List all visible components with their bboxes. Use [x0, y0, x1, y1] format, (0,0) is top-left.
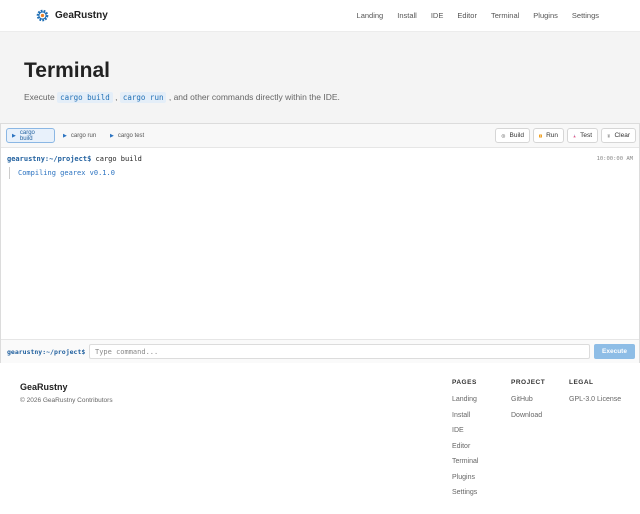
clear-button[interactable]: Clear [601, 128, 636, 143]
footer: GeaRustny © 2026 GeaRustny Contributors … [0, 364, 640, 514]
nav-links: Landing Install IDE Editor Terminal Plug… [343, 11, 599, 20]
footer-copyright: © 2026 GeaRustny Contributors [20, 397, 113, 404]
gear-icon [501, 133, 506, 138]
tab-label: cargo test [117, 132, 145, 139]
nav-link-settings[interactable]: Settings [572, 11, 599, 20]
footer-column-title: LEGAL [569, 379, 594, 386]
terminal-toolbar: ▶ cargo build ▶ cargo run ▶ cargo test B… [1, 124, 639, 148]
footer-column-legal: LEGAL GPL-3.0 License [569, 379, 621, 412]
play-icon [539, 133, 543, 138]
command-input-row: gearustny:~/project$ Execute [1, 339, 639, 363]
tab-cargo-run[interactable]: ▶ cargo run [58, 128, 103, 143]
nav-link-ide[interactable]: IDE [431, 11, 444, 20]
play-icon: ▶ [110, 132, 114, 139]
test-label: Test [580, 132, 592, 139]
command-line: gearustny:~/project$ cargo build [7, 155, 142, 163]
page-title: Terminal [24, 59, 110, 82]
clear-label: Clear [614, 132, 630, 139]
footer-link-settings[interactable]: Settings [452, 489, 478, 505]
run-label: Run [546, 132, 558, 139]
footer-link-plugins[interactable]: Plugins [452, 474, 478, 490]
footer-link-github[interactable]: GitHub [511, 396, 545, 412]
footer-link-install[interactable]: Install [452, 412, 478, 428]
page-subtitle: Execute cargo build , cargo run , and ot… [24, 92, 340, 103]
footer-column-project: PROJECT GitHub Download [511, 379, 545, 427]
run-button[interactable]: Run [533, 128, 564, 143]
flask-icon [573, 134, 576, 137]
brand-name: GeaRustny [55, 10, 108, 21]
play-icon: ▶ [12, 132, 16, 139]
tab-cargo-test[interactable]: ▶ cargo test [105, 128, 153, 143]
subtitle-prefix: Execute [24, 92, 58, 102]
terminal-output[interactable]: gearustny:~/project$ cargo build 10:00:0… [1, 149, 639, 339]
tab-cargo-build[interactable]: ▶ cargo build [6, 128, 55, 143]
brand-logo[interactable]: GeaRustny [35, 7, 108, 24]
output-line: Compiling gearex v0.1.0 [9, 167, 115, 179]
nav-link-terminal[interactable]: Terminal [491, 11, 519, 20]
nav-link-install[interactable]: Install [397, 11, 417, 20]
footer-link-ide[interactable]: IDE [452, 427, 478, 443]
code-chip-cargo-build: cargo build [57, 92, 113, 103]
top-nav: GeaRustny Landing Install IDE Editor Ter… [0, 0, 640, 32]
footer-column-title: PROJECT [511, 379, 546, 386]
footer-column-pages: PAGES Landing Install IDE Editor Termina… [452, 379, 478, 505]
hero-section: Terminal Execute cargo build , cargo run… [0, 32, 640, 123]
build-button[interactable]: Build [495, 128, 530, 143]
footer-link-terminal[interactable]: Terminal [452, 458, 478, 474]
footer-link-license[interactable]: GPL-3.0 License [569, 396, 621, 412]
command-input[interactable] [89, 344, 590, 359]
footer-link-editor[interactable]: Editor [452, 443, 478, 459]
trash-icon [607, 134, 610, 138]
nav-link-plugins[interactable]: Plugins [533, 11, 558, 20]
shell-prompt: gearustny:~/project$ [7, 155, 92, 163]
play-icon: ▶ [63, 132, 67, 139]
build-label: Build [509, 132, 524, 139]
terminal-panel: ▶ cargo build ▶ cargo run ▶ cargo test B… [0, 123, 640, 363]
executed-command: cargo build [91, 155, 142, 163]
nav-link-editor[interactable]: Editor [457, 11, 477, 20]
footer-link-download[interactable]: Download [511, 412, 545, 428]
footer-column-title: PAGES [452, 379, 477, 386]
code-chip-cargo-run: cargo run [119, 92, 167, 103]
gear-icon [36, 9, 49, 22]
input-prompt: gearustny:~/project$ [7, 348, 86, 356]
tab-label: cargo build [19, 129, 35, 142]
nav-link-landing[interactable]: Landing [357, 11, 384, 20]
subtitle-separator: , [112, 92, 120, 102]
execute-button[interactable]: Execute [594, 344, 635, 359]
test-button[interactable]: Test [567, 128, 598, 143]
footer-link-landing[interactable]: Landing [452, 396, 478, 412]
tab-label: cargo run [70, 132, 97, 139]
subtitle-suffix: , and other commands directly within the… [166, 92, 340, 102]
command-timestamp: 10:00:00 AM [596, 156, 633, 162]
footer-brand: GeaRustny [20, 382, 68, 392]
